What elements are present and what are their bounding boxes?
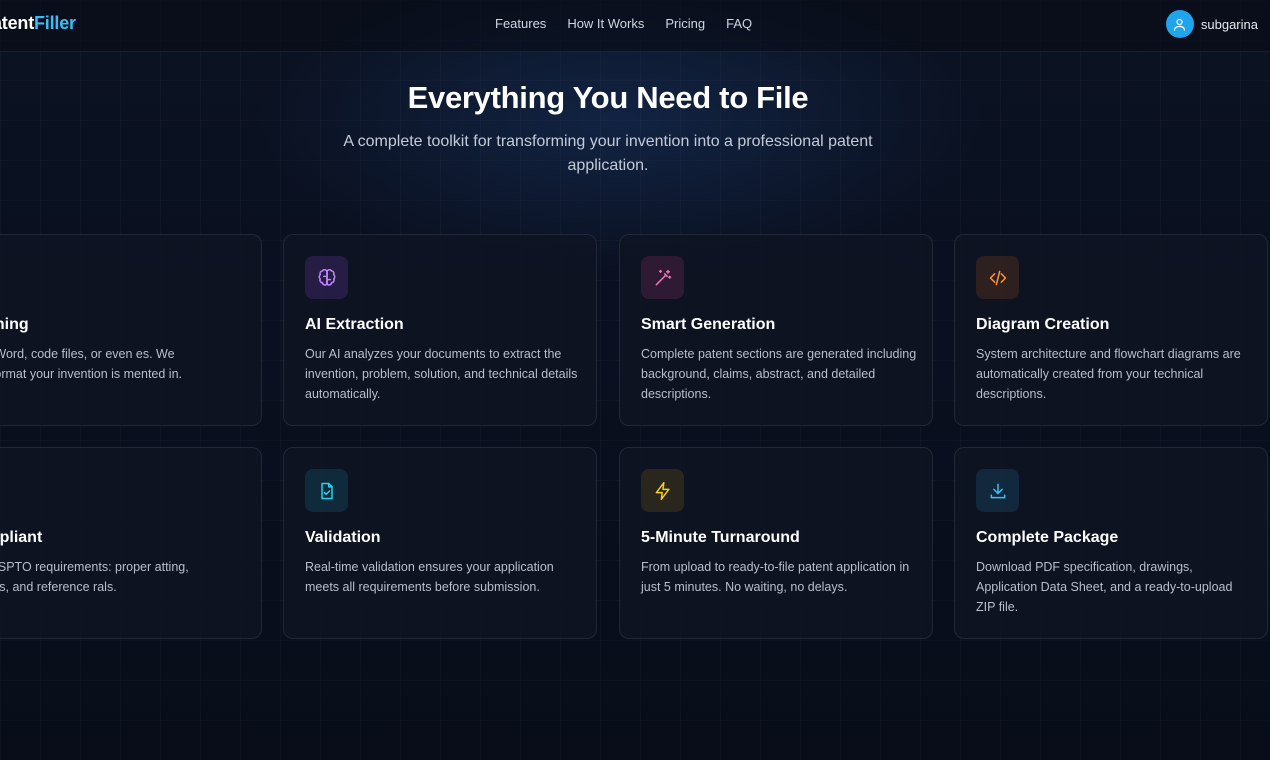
lightning-icon bbox=[655, 481, 670, 500]
feature-card-5-minute-turnaround: 5-Minute Turnaround From upload to ready… bbox=[619, 447, 933, 639]
download-icon bbox=[990, 483, 1005, 498]
file-check-icon-box bbox=[305, 469, 348, 512]
feature-card-diagram-creation: Diagram Creation System architecture and… bbox=[954, 234, 1268, 426]
feature-card-validation: Validation Real-time validation ensures … bbox=[283, 447, 597, 639]
code-icon bbox=[989, 270, 1006, 285]
feature-card-title: 5-Minute Turnaround bbox=[641, 529, 800, 546]
feature-card-ai-extraction: AI Extraction Our AI analyzes your docum… bbox=[283, 234, 597, 426]
feature-card-description: Real-time validation ensures your applic… bbox=[305, 560, 554, 594]
feature-card-title: PTO Compliant bbox=[0, 529, 43, 546]
feature-card-description: Complete patent sections are generated i… bbox=[641, 347, 917, 401]
username: subgarina bbox=[1200, 16, 1258, 32]
feature-card-description: Our AI analyzes your documents to extrac… bbox=[305, 347, 578, 401]
nav-link-features[interactable]: Features bbox=[495, 16, 546, 31]
code-icon-box bbox=[976, 256, 1019, 299]
feature-card-title: oad Anything bbox=[0, 316, 29, 333]
brand-logo-part2: Filler bbox=[34, 13, 76, 33]
feature-card-uspto-compliant: PTO Compliant tputs meet USPTO requireme… bbox=[0, 447, 262, 639]
top-nav-bar: atentFiller Features How It Works Pricin… bbox=[0, 0, 1270, 52]
feature-card-description: Download PDF specification, drawings, Ap… bbox=[976, 560, 1233, 614]
avatar[interactable] bbox=[1165, 10, 1194, 38]
feature-card-title: Smart Generation bbox=[641, 316, 776, 333]
feature-card-upload: oad Anything down, PDF, Word, code files… bbox=[0, 234, 262, 426]
feature-card-smart-generation: Smart Generation Complete patent section… bbox=[619, 234, 933, 426]
brand-logo[interactable]: atentFiller bbox=[0, 13, 76, 34]
brain-icon bbox=[317, 268, 336, 286]
file-check-icon bbox=[320, 482, 333, 499]
feature-card-title: AI Extraction bbox=[305, 316, 404, 333]
page-subtitle: A complete toolkit for transforming your… bbox=[343, 133, 873, 174]
feature-card-complete-package: Complete Package Download PDF specificat… bbox=[954, 447, 1268, 639]
feature-card-description: down, PDF, Word, code files, or even es.… bbox=[0, 347, 182, 381]
feature-card-title: Validation bbox=[305, 529, 381, 546]
page-title: Everything You Need to File bbox=[407, 80, 809, 115]
lightning-icon-box bbox=[641, 469, 684, 512]
main-nav: Features How It Works Pricing FAQ bbox=[495, 16, 752, 31]
nav-link-how-it-works[interactable]: How It Works bbox=[567, 16, 644, 31]
feature-card-description: System architecture and flowchart diagra… bbox=[976, 347, 1241, 401]
magic-wand-icon bbox=[655, 269, 671, 285]
feature-card-title: Diagram Creation bbox=[976, 316, 1110, 333]
user-icon bbox=[1174, 18, 1186, 31]
brain-icon-box bbox=[305, 256, 348, 299]
user-menu[interactable]: subgarina bbox=[1165, 10, 1258, 38]
brand-logo-part1: atent bbox=[0, 13, 35, 33]
feature-card-description: tputs meet USPTO requirements: proper at… bbox=[0, 560, 189, 594]
nav-link-faq[interactable]: FAQ bbox=[726, 16, 752, 31]
feature-card-title: Complete Package bbox=[976, 529, 1119, 546]
download-icon-box bbox=[976, 469, 1019, 512]
nav-link-pricing[interactable]: Pricing bbox=[665, 16, 705, 31]
magic-wand-icon-box bbox=[641, 256, 684, 299]
feature-card-description: From upload to ready-to-file patent appl… bbox=[641, 560, 910, 594]
